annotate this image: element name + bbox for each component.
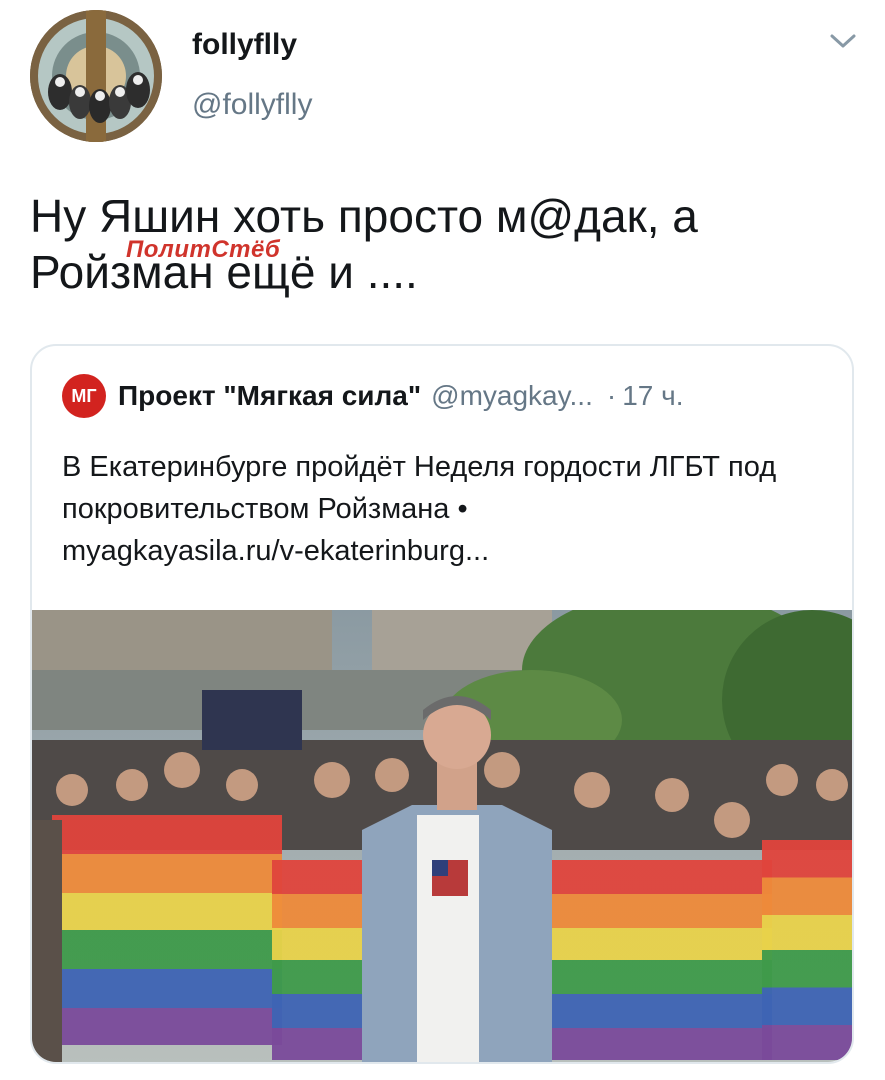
watermark-label: ПолитСтёб [126, 236, 281, 263]
quoted-tweet-text: В Екатеринбурге пройдёт Неделя гордости … [62, 446, 832, 572]
quoted-tweet-card[interactable]: МГ Проект "Мягкая сила" @myagkay... · 17… [30, 344, 854, 1064]
quoted-display-name[interactable]: Проект "Мягкая сила" [118, 380, 421, 412]
quoted-link[interactable]: myagkayasila.ru/v-ekaterinburg... [62, 535, 489, 567]
quoted-tweet-header: МГ Проект "Мягкая сила" @myagkay... · 17… [62, 374, 684, 418]
quoted-avatar[interactable]: МГ [62, 374, 106, 418]
user-handle[interactable]: @follyflly [192, 88, 312, 122]
user-avatar[interactable] [30, 10, 162, 142]
chevron-down-icon[interactable] [828, 30, 858, 52]
quoted-text: В Екатеринбурге пройдёт Неделя гордости … [62, 451, 777, 525]
quoted-photo[interactable] [32, 590, 852, 1062]
display-name[interactable]: follyflly [192, 28, 297, 62]
quoted-handle[interactable]: @myagkay... [431, 380, 593, 412]
separator-dot: · [606, 380, 617, 411]
quoted-timestamp[interactable]: 17 ч. [622, 380, 683, 412]
